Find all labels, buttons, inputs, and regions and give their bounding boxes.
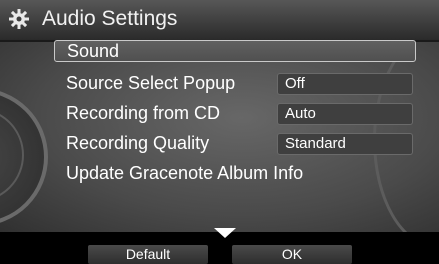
menu-item-recording-quality[interactable]: Recording Quality Standard: [54, 130, 416, 160]
default-button[interactable]: Default: [88, 245, 208, 264]
gear-icon: [9, 9, 29, 29]
menu-item-update-gracenote[interactable]: Update Gracenote Album Info: [54, 160, 416, 190]
menu-item-source-select-popup[interactable]: Source Select Popup Off: [54, 70, 416, 100]
settings-menu: Sound Source Select Popup Off Recording …: [54, 40, 416, 190]
menu-item-recording-from-cd[interactable]: Recording from CD Auto: [54, 100, 416, 130]
title-bar: Audio Settings: [0, 0, 439, 42]
scroll-down-arrow-icon[interactable]: [214, 228, 236, 238]
setting-value-box: Auto: [277, 103, 413, 125]
menu-item-sound[interactable]: Sound: [54, 40, 416, 62]
menu-item-label: Update Gracenote Album Info: [66, 163, 304, 183]
audio-settings-screen: Audio Settings Sound Source Select Popup…: [0, 0, 439, 264]
ok-button[interactable]: OK: [232, 245, 352, 264]
setting-value-box: Standard: [277, 133, 413, 155]
menu-item-label: Source Select Popup: [66, 73, 236, 93]
setting-value: Off: [285, 75, 305, 92]
menu-item-label: Sound: [67, 41, 120, 61]
page-title: Audio Settings: [42, 7, 178, 30]
setting-value-box: Off: [277, 73, 413, 95]
menu-item-label: Recording Quality: [66, 133, 210, 153]
setting-value: Auto: [285, 105, 316, 122]
menu-item-label: Recording from CD: [66, 103, 221, 123]
setting-value: Standard: [285, 135, 346, 152]
softkey-bar: Default OK: [0, 243, 439, 264]
